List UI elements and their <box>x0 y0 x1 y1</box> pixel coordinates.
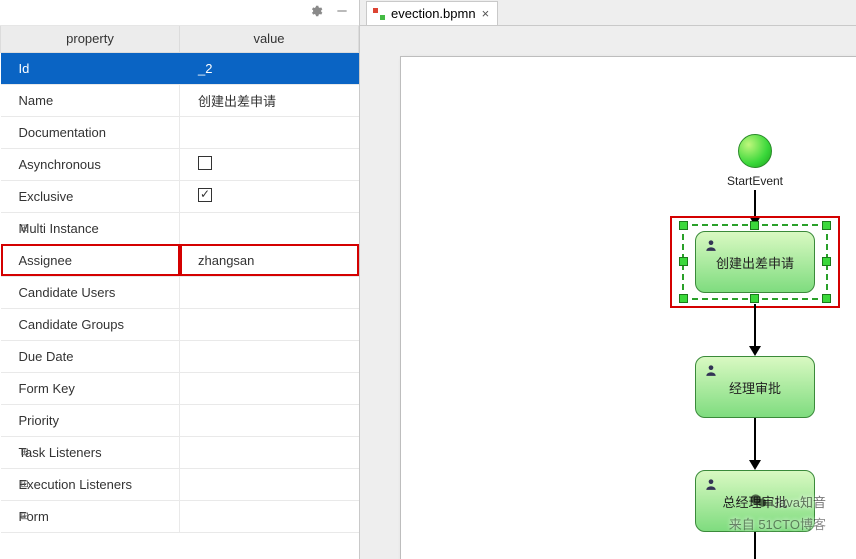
expand-icon[interactable]: ⊞ <box>21 479 29 490</box>
col-property: property <box>1 26 180 52</box>
value-documentation[interactable] <box>180 116 359 148</box>
properties-table: property value Id _2 Name 创建出差申请 Documen… <box>0 26 359 533</box>
user-icon <box>704 238 718 252</box>
sequence-flow[interactable] <box>754 532 756 559</box>
arrowhead-icon <box>749 460 761 470</box>
checkbox-exclusive[interactable] <box>198 188 212 202</box>
row-candidate-users[interactable]: Candidate Users <box>1 276 359 308</box>
editor-area: evection.bpmn × StartEvent <box>360 0 856 559</box>
start-event-node[interactable]: StartEvent <box>705 134 805 188</box>
row-asynchronous[interactable]: Asynchronous <box>1 148 359 180</box>
row-id[interactable]: Id _2 <box>1 52 359 84</box>
tab-bar: evection.bpmn × <box>360 0 856 26</box>
tab-label: evection.bpmn <box>391 6 476 21</box>
expand-icon[interactable]: ⊞ <box>21 447 29 458</box>
task-create-application[interactable]: 创建出差申请 <box>695 231 815 293</box>
row-documentation[interactable]: Documentation <box>1 116 359 148</box>
expand-icon[interactable]: ⊞ <box>21 223 29 234</box>
row-multi-instance[interactable]: ⊞Multi Instance <box>1 212 359 244</box>
row-exclusive[interactable]: Exclusive <box>1 180 359 212</box>
row-execution-listeners[interactable]: ⊞Execution Listeners <box>1 468 359 500</box>
checkbox-asynchronous[interactable] <box>198 156 212 170</box>
value-name[interactable]: 创建出差申请 <box>180 84 359 116</box>
user-icon <box>704 363 718 377</box>
sequence-flow[interactable] <box>754 190 756 216</box>
task-manager-approve[interactable]: 经理审批 <box>695 356 815 418</box>
properties-panel: property value Id _2 Name 创建出差申请 Documen… <box>0 0 360 559</box>
value-id[interactable]: _2 <box>180 52 359 84</box>
row-due-date[interactable]: Due Date <box>1 340 359 372</box>
watermark-brand: Java知音 <box>749 491 826 511</box>
gear-icon[interactable] <box>309 4 323 21</box>
watermark-source: 来自 51CTO博客 <box>729 514 826 533</box>
start-event-label: StartEvent <box>705 174 805 188</box>
row-name[interactable]: Name 创建出差申请 <box>1 84 359 116</box>
arrowhead-icon <box>749 346 761 356</box>
tab-close-icon[interactable]: × <box>482 6 490 21</box>
value-assignee[interactable]: zhangsan <box>180 244 359 276</box>
expand-icon[interactable]: ⊞ <box>21 511 29 522</box>
col-value: value <box>180 26 359 52</box>
diagram-canvas[interactable]: StartEvent 创建出差申请 <box>360 26 856 559</box>
bpmn-file-icon <box>373 8 385 20</box>
minimize-icon[interactable] <box>335 4 349 21</box>
table-header-row: property value <box>1 26 359 52</box>
sequence-flow[interactable] <box>754 304 756 346</box>
row-candidate-groups[interactable]: Candidate Groups <box>1 308 359 340</box>
wechat-icon <box>749 491 769 511</box>
row-form[interactable]: ⊞Form <box>1 500 359 532</box>
tab-evection[interactable]: evection.bpmn × <box>366 1 498 25</box>
row-form-key[interactable]: Form Key <box>1 372 359 404</box>
start-event-circle[interactable] <box>738 134 772 168</box>
sequence-flow[interactable] <box>754 418 756 460</box>
user-icon <box>704 477 718 491</box>
row-priority[interactable]: Priority <box>1 404 359 436</box>
row-assignee[interactable]: Assignee zhangsan <box>1 244 359 276</box>
row-task-listeners[interactable]: ⊞Task Listeners <box>1 436 359 468</box>
panel-toolbar <box>0 0 359 26</box>
